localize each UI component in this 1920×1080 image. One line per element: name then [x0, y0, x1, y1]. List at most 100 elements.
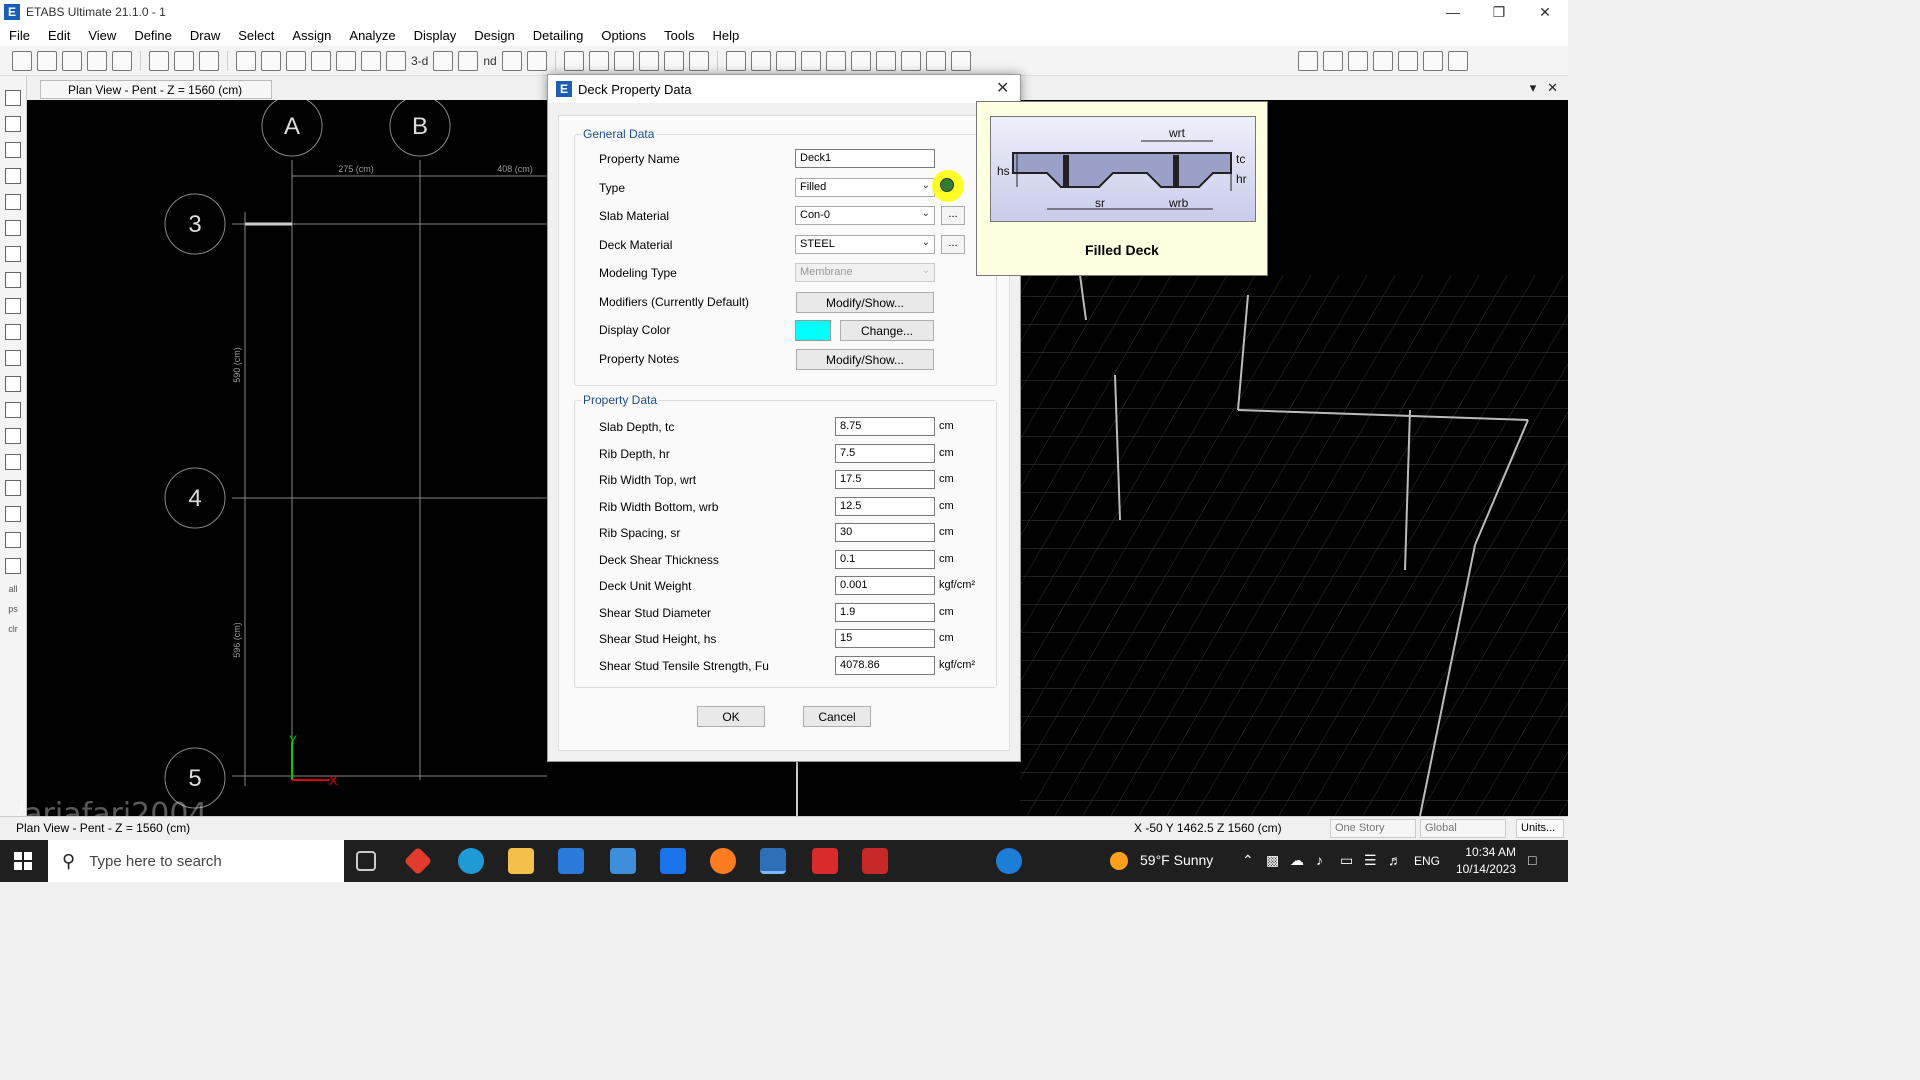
move-down-icon[interactable]: [588, 50, 609, 71]
mode-shape-icon[interactable]: [750, 50, 771, 71]
help-icon[interactable]: [996, 848, 1022, 874]
draw-column-icon[interactable]: [5, 194, 21, 210]
object-shrink-icon[interactable]: [613, 50, 634, 71]
quick-draw-floor-icon[interactable]: [5, 324, 21, 340]
microphone-icon[interactable]: ♪: [1316, 852, 1323, 868]
select-pointer-icon[interactable]: [5, 90, 21, 106]
restore-button[interactable]: ❐: [1476, 0, 1522, 24]
zoom-full-icon[interactable]: [286, 50, 306, 71]
draw-opening-icon[interactable]: [5, 350, 21, 366]
menu-assign[interactable]: Assign: [283, 28, 340, 43]
support-reactions-icon[interactable]: [825, 50, 846, 71]
edit-pencil-icon[interactable]: [149, 50, 169, 71]
acrobat-icon[interactable]: [812, 848, 838, 874]
rib-depth-input[interactable]: 7.5: [835, 444, 935, 463]
file-explorer-icon[interactable]: [508, 848, 534, 874]
battery-icon[interactable]: ▭: [1340, 852, 1353, 869]
dialog-close-button[interactable]: ✕: [996, 78, 1009, 98]
menu-edit[interactable]: Edit: [39, 28, 79, 43]
draw-wall-stack-icon[interactable]: [5, 428, 21, 444]
draw-tendon-icon[interactable]: [5, 532, 21, 548]
beam-section-icon[interactable]: [1373, 50, 1393, 71]
menu-design[interactable]: Design: [465, 28, 523, 43]
show-undeformed-icon[interactable]: [688, 50, 709, 71]
chevron-down-icon[interactable]: ▾: [1530, 80, 1537, 95]
rib-width-bottom-input[interactable]: 12.5: [835, 497, 935, 516]
plan-view-canvas[interactable]: A B 3 4 5 275 (cm) 408 (cm) 590 (cm) 596…: [27, 100, 547, 816]
draw-rect-floor-icon[interactable]: [5, 298, 21, 314]
slab-material-browse-button[interactable]: ...: [941, 206, 965, 225]
taskbar-clock[interactable]: 10:34 AM 10/14/2023: [1446, 844, 1516, 878]
coord-system-select[interactable]: Global: [1420, 819, 1506, 838]
move-up-icon[interactable]: [563, 50, 584, 71]
run-analysis-icon[interactable]: [199, 50, 219, 71]
zoom-out-icon[interactable]: [336, 50, 356, 71]
draw-brace-icon[interactable]: [5, 220, 21, 236]
anydesk-icon[interactable]: [403, 846, 433, 876]
set-display-icon[interactable]: [638, 50, 659, 71]
elevation-view-icon[interactable]: [458, 50, 479, 71]
edge-browser-icon[interactable]: [458, 848, 484, 874]
zoom-window-icon[interactable]: [236, 50, 256, 71]
concrete-design-icon[interactable]: [900, 50, 921, 71]
menu-detailing[interactable]: Detailing: [524, 28, 593, 43]
composite-design-icon[interactable]: [925, 50, 946, 71]
reshape-icon[interactable]: [5, 116, 21, 132]
menu-help[interactable]: Help: [704, 28, 749, 43]
lock-icon[interactable]: [174, 50, 194, 71]
nd-button[interactable]: nd: [483, 54, 496, 68]
menu-define[interactable]: Define: [125, 28, 181, 43]
menu-display[interactable]: Display: [405, 28, 466, 43]
display-options-icon[interactable]: [663, 50, 684, 71]
story-select[interactable]: One Story: [1330, 819, 1416, 838]
language-indicator[interactable]: ENG: [1414, 854, 1440, 868]
link-section-icon[interactable]: [1448, 50, 1468, 71]
wifi-icon[interactable]: ☰: [1364, 852, 1377, 869]
change-color-button[interactable]: Change...: [840, 320, 934, 341]
column-section-icon[interactable]: [1348, 50, 1368, 71]
plan-view-tab[interactable]: Plan View - Pent - Z = 1560 (cm): [40, 80, 272, 99]
previous-selection-button[interactable]: ps: [8, 604, 18, 614]
menu-tools[interactable]: Tools: [655, 28, 703, 43]
draw-wall-icon[interactable]: [5, 376, 21, 392]
draw-beam-icon[interactable]: [5, 168, 21, 184]
onedrive-icon[interactable]: ☁: [1290, 852, 1304, 869]
rib-spacing-input[interactable]: 30: [835, 523, 935, 542]
draw-section-cut-icon[interactable]: [5, 506, 21, 522]
menu-select[interactable]: Select: [229, 28, 283, 43]
property-name-input[interactable]: Deck1: [795, 149, 935, 168]
shear-stud-tensile-strength-input[interactable]: 4078.86: [835, 656, 935, 675]
rib-width-top-input[interactable]: 17.5: [835, 470, 935, 489]
open-file-icon[interactable]: [37, 50, 57, 71]
deck-unit-weight-input[interactable]: 0.001: [835, 576, 935, 595]
mcafee-icon[interactable]: [862, 848, 888, 874]
pointer-icon[interactable]: [386, 50, 406, 71]
tray-app-icon[interactable]: ▩: [1266, 852, 1279, 869]
etabs-taskbar-icon[interactable]: [760, 848, 786, 874]
microsoft-store-icon[interactable]: [558, 848, 584, 874]
deformed-shape-icon[interactable]: [725, 50, 746, 71]
notifications-icon[interactable]: □: [1528, 852, 1536, 868]
deck-shear-thickness-input[interactable]: 0.1: [835, 550, 935, 569]
draw-floor-icon[interactable]: [5, 272, 21, 288]
taskbar-search[interactable]: ⚲ Type here to search: [48, 840, 344, 882]
mail-icon[interactable]: [610, 848, 636, 874]
perspective-icon[interactable]: [526, 50, 547, 71]
menu-draw[interactable]: Draw: [181, 28, 229, 43]
display-color-swatch[interactable]: [795, 320, 831, 341]
windows-start-icon[interactable]: [14, 852, 32, 870]
draw-reference-line-icon[interactable]: [5, 558, 21, 574]
shear-stud-diameter-input[interactable]: 1.9: [835, 603, 935, 622]
pan-icon[interactable]: [361, 50, 381, 71]
menu-view[interactable]: View: [79, 28, 125, 43]
volume-icon[interactable]: ♬: [1388, 852, 1402, 868]
menu-analyze[interactable]: Analyze: [340, 28, 404, 43]
dropbox-icon[interactable]: [660, 848, 686, 874]
units-button[interactable]: Units...: [1516, 819, 1564, 838]
modifiers-modify-show-button[interactable]: Modify/Show...: [796, 292, 934, 313]
task-view-icon[interactable]: [356, 851, 376, 871]
frame-forces-icon[interactable]: [775, 50, 796, 71]
ok-button[interactable]: OK: [697, 706, 765, 727]
draw-link-icon[interactable]: [5, 246, 21, 262]
slab-material-dropdown[interactable]: Con-0 ⌄: [795, 206, 935, 225]
